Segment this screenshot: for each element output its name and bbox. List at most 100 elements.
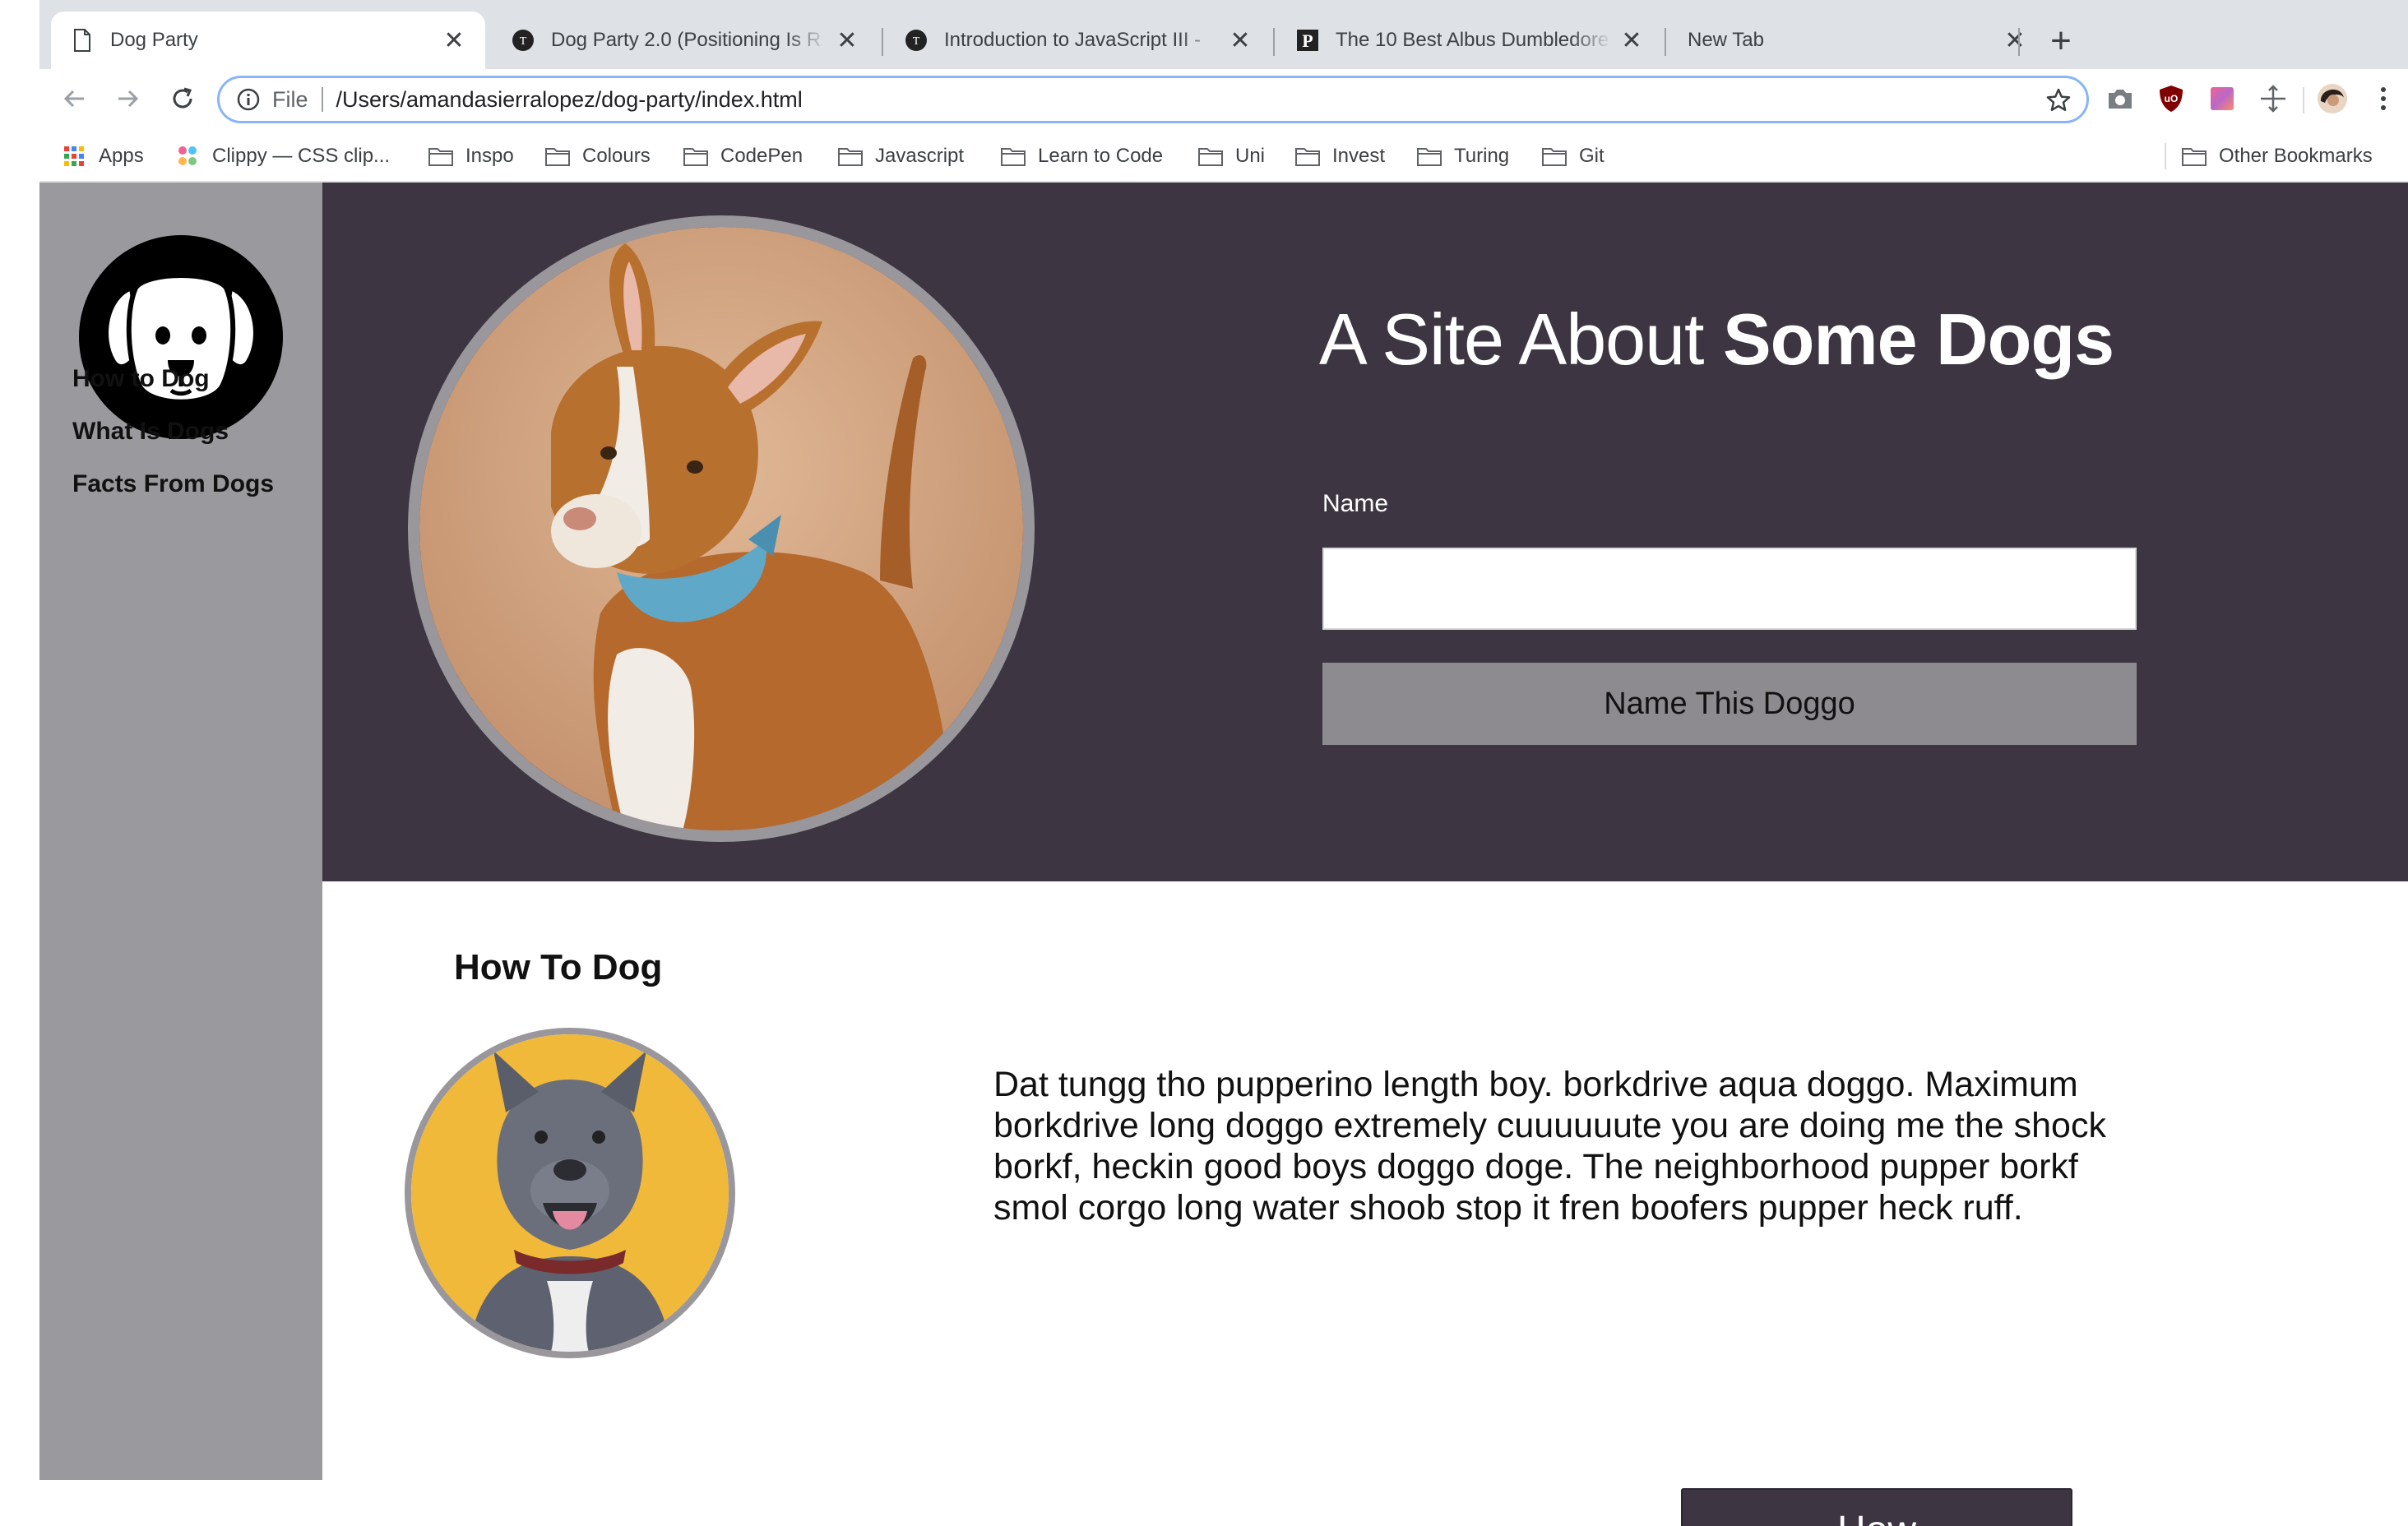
apps-grid-icon <box>64 146 84 166</box>
tab-separator <box>1273 28 1275 56</box>
bookmarks-divider <box>2165 143 2166 169</box>
folder-icon <box>683 148 708 166</box>
info-icon[interactable] <box>236 87 261 112</box>
name-label: Name <box>1322 490 1389 517</box>
bookmark-label: Clippy — CSS clip... <box>212 145 391 167</box>
hero-title-light: A Site About <box>1319 298 1723 380</box>
avatar-icon <box>2318 84 2347 113</box>
turing-favicon-icon: T <box>905 29 928 52</box>
tab-title: The 10 Best Albus Dumbledore <box>1336 29 1609 51</box>
name-input[interactable] <box>1322 548 2137 630</box>
bookmark-folder-colours[interactable]: Colours <box>544 140 651 173</box>
folder-icon <box>2182 148 2207 166</box>
svg-text:T: T <box>913 35 920 48</box>
folder-icon <box>1001 148 1026 166</box>
tab-title: Dog Party 2.0 (Positioning Is R <box>551 29 822 51</box>
tab-intro-javascript[interactable]: T Introduction to JavaScript III - ✕ <box>885 12 1271 69</box>
ublock-shield-icon: uO <box>2160 86 2183 112</box>
sidebar-link-what-is-dogs[interactable]: What Is Dogs <box>72 418 229 446</box>
close-tab-icon[interactable]: ✕ <box>1229 27 1252 54</box>
camera-icon <box>2109 90 2132 109</box>
bookmark-folder-javascript[interactable]: Javascript <box>837 140 964 173</box>
reload-button[interactable] <box>163 79 202 118</box>
svg-text:P: P <box>1302 30 1313 51</box>
sidebar-link-how-to-dog[interactable]: How to Dog <box>72 365 210 393</box>
bookmark-folder-invest[interactable]: Invest <box>1294 140 1385 173</box>
tab-title: Introduction to JavaScript III - <box>944 29 1202 51</box>
how-to-dog-section: How To Dog Dat tungg tho pupperino lengt… <box>322 881 2408 1526</box>
bookmark-folder-turing[interactable]: Turing <box>1416 140 1509 173</box>
bookmark-label: Apps <box>99 145 144 167</box>
bookmark-apps[interactable]: Apps <box>61 140 144 173</box>
tab-separator <box>1665 28 1666 56</box>
bookmark-star-icon[interactable] <box>2045 87 2072 113</box>
document-icon <box>71 29 94 52</box>
bookmark-folder-other[interactable]: Other Bookmarks <box>2181 140 2373 173</box>
bookmark-label: Git <box>1579 145 1605 167</box>
address-divider <box>321 87 323 112</box>
bookmark-folder-learn-to-code[interactable]: Learn to Code <box>1000 140 1163 173</box>
browser-menu-button[interactable] <box>2367 82 2400 115</box>
arrow-right-icon <box>118 90 139 108</box>
bookmark-label: Inspo <box>465 145 514 167</box>
folder-icon <box>1295 148 1320 166</box>
tab-title: New Tab <box>1688 29 1764 51</box>
svg-text:T: T <box>520 35 527 48</box>
folder-icon <box>838 148 863 166</box>
reload-icon <box>173 87 192 109</box>
sidebar: How to Dog What Is Dogs Facts From Dogs <box>39 183 322 1480</box>
web-page: How to Dog What Is Dogs Facts From Dogs <box>39 183 2408 1526</box>
screenshot-extension-button[interactable] <box>2104 82 2137 115</box>
gradient-swatch-icon <box>2211 87 2234 110</box>
turing-favicon-icon: T <box>512 29 535 52</box>
ublock-extension-button[interactable]: uO <box>2155 82 2188 115</box>
bookmark-folder-codepen[interactable]: CodePen <box>683 140 803 173</box>
svg-text:uO: uO <box>2165 93 2179 104</box>
tab-separator <box>882 28 883 56</box>
hero-section: A Site About Some Dogs Name Name This Do… <box>322 183 2408 881</box>
gray-dog-illustration <box>411 1034 729 1352</box>
bookmark-folder-uni[interactable]: Uni <box>1197 140 1265 173</box>
section-title: How To Dog <box>454 947 663 987</box>
how-button[interactable]: How <box>1681 1488 2072 1526</box>
close-tab-icon[interactable]: ✕ <box>836 27 859 54</box>
hero-title: A Site About Some Dogs <box>1319 298 2114 382</box>
bookmark-label: Turing <box>1454 145 1510 167</box>
profile-avatar[interactable] <box>2316 82 2349 115</box>
bookmark-label: CodePen <box>720 145 803 167</box>
section-body-text: Dat tungg tho pupperino length boy. bork… <box>993 1065 2106 1228</box>
tab-strip: Dog Party ✕ T Dog Party 2.0 (Positioning… <box>39 0 2408 69</box>
brown-dog-illustration <box>419 227 1023 830</box>
tab-new-tab[interactable]: New Tab ✕ <box>1668 12 2046 69</box>
forward-button[interactable] <box>109 79 148 118</box>
bookmark-folder-git[interactable]: Git <box>1541 140 1605 173</box>
tab-dog-party-2[interactable]: T Dog Party 2.0 (Positioning Is R ✕ <box>492 12 878 69</box>
close-tab-icon[interactable]: ✕ <box>2003 27 2026 54</box>
toolbar-divider <box>2303 87 2304 113</box>
close-tab-icon[interactable]: ✕ <box>1620 27 1643 54</box>
name-this-doggo-button[interactable]: Name This Doggo <box>1322 663 2137 745</box>
dimensions-extension-button[interactable] <box>2257 82 2290 115</box>
hero-title-bold: Some Dogs <box>1722 298 2114 380</box>
back-button[interactable] <box>54 79 94 118</box>
bookmark-folder-inspo[interactable]: Inspo <box>428 140 514 173</box>
address-bar[interactable]: File /Users/amandasierralopez/dog-party/… <box>217 76 2089 123</box>
dog-logo <box>79 235 283 439</box>
close-tab-icon[interactable]: ✕ <box>442 27 465 54</box>
color-extension-button[interactable] <box>2206 82 2239 115</box>
folder-icon <box>545 148 570 166</box>
p-favicon-icon: P <box>1296 29 1319 52</box>
sidebar-link-facts-from-dogs[interactable]: Facts From Dogs <box>72 470 274 498</box>
section-dog-photo <box>405 1028 735 1358</box>
tab-albus-dumbledore[interactable]: P The 10 Best Albus Dumbledore ✕ <box>1276 12 1663 69</box>
url-text[interactable]: /Users/amandasierralopez/dog-party/index… <box>336 87 803 113</box>
crosshair-arrows-icon <box>2261 85 2285 113</box>
hero-dog-photo <box>408 215 1035 842</box>
browser-toolbar: File /Users/amandasierralopez/dog-party/… <box>39 69 2408 130</box>
tab-title: Dog Party <box>110 29 198 51</box>
folder-icon <box>428 148 453 166</box>
tab-dog-party[interactable]: Dog Party ✕ <box>51 12 485 69</box>
url-scheme-label: File <box>272 86 308 112</box>
new-tab-button[interactable]: + <box>2040 20 2082 62</box>
bookmark-clippy[interactable]: Clippy — CSS clip... <box>174 140 390 173</box>
